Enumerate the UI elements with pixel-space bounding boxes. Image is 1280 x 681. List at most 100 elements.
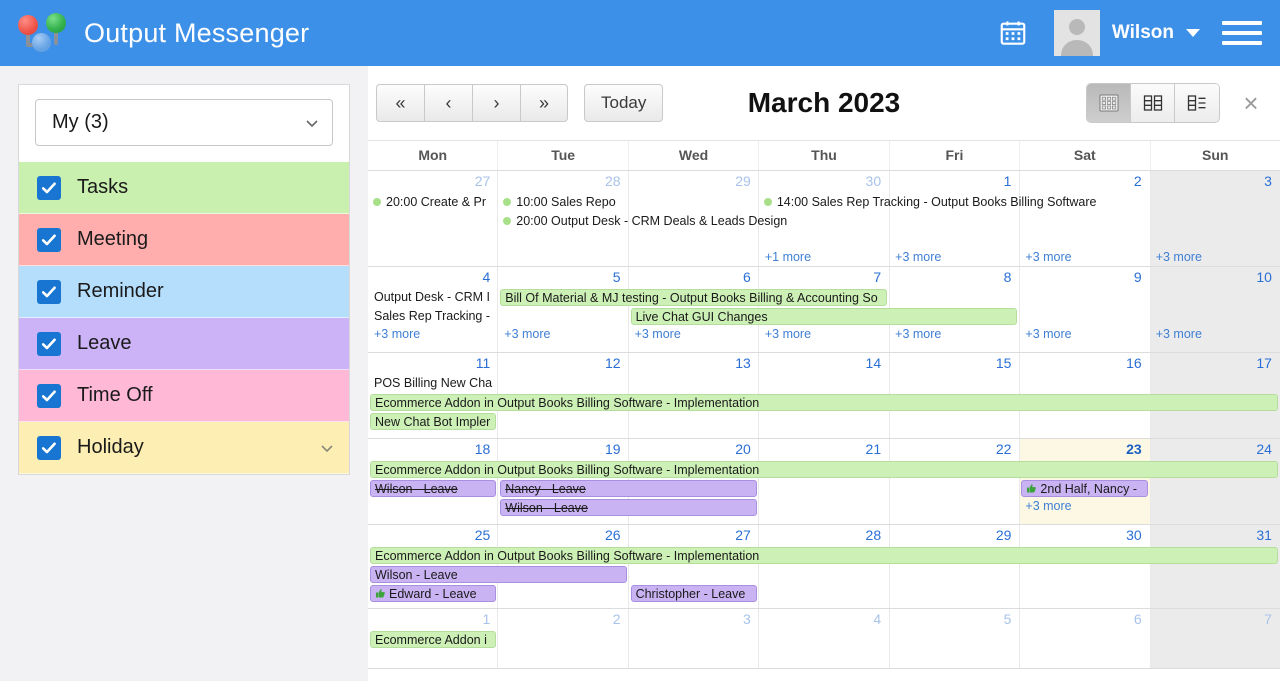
calendar-event[interactable]: 20:00 Create & Pr [370,193,496,210]
week-view-button[interactable] [1131,84,1175,122]
day-number[interactable]: 7 [759,267,889,288]
user-menu[interactable]: Wilson [1053,10,1200,56]
more-events-link[interactable]: +3 more [1156,327,1202,341]
calendar-event[interactable]: New Chat Bot Impler [370,413,497,430]
checkbox-checked-icon[interactable] [37,383,61,408]
day-number[interactable]: 27 [368,171,498,192]
checkbox-checked-icon[interactable] [37,227,61,252]
day-number[interactable]: 6 [629,267,759,288]
calendar-event[interactable]: Output Desk - CRM I [370,289,496,306]
sidebar-category-reminder[interactable]: Reminder [19,266,349,318]
next-month-button[interactable]: › [472,84,520,122]
day-number[interactable]: 2 [1019,171,1149,192]
calendar-event[interactable]: Ecommerce Addon in Output Books Billing … [370,461,1278,478]
day-number[interactable]: 5 [498,267,628,288]
day-number[interactable]: 3 [629,609,759,630]
today-button[interactable]: Today [584,84,664,122]
day-number[interactable]: 23 [1019,439,1149,460]
day-number[interactable]: 20 [629,439,759,460]
day-number[interactable]: 4 [368,267,498,288]
calendar-event[interactable]: Live Chat GUI Changes [630,308,1018,325]
day-number[interactable]: 18 [368,439,498,460]
calendar-event[interactable]: Wilson - Leave [370,566,627,583]
calendar-event[interactable]: Ecommerce Addon i [370,631,497,648]
calendar-event[interactable]: Nancy - Leave [500,480,757,497]
close-button[interactable]: × [1238,90,1264,116]
day-number[interactable]: 28 [759,525,889,546]
day-number[interactable]: 1 [889,171,1019,192]
calendar-event[interactable]: 2nd Half, Nancy - [1021,480,1148,497]
checkbox-checked-icon[interactable] [37,279,61,304]
calendar-event[interactable]: Wilson - Leave [500,499,757,516]
day-number[interactable]: 2 [498,609,628,630]
more-events-link[interactable]: +1 more [765,250,811,264]
day-number[interactable]: 19 [498,439,628,460]
checkbox-checked-icon[interactable] [37,435,61,460]
day-number[interactable]: 1 [368,609,498,630]
checkbox-checked-icon[interactable] [37,331,61,356]
hamburger-menu-icon[interactable] [1222,21,1262,45]
day-number[interactable]: 22 [889,439,1019,460]
day-number[interactable]: 13 [629,353,759,374]
calendar-event[interactable]: Christopher - Leave [630,585,757,602]
calendar-icon[interactable] [994,14,1032,52]
calendar-event[interactable]: Bill Of Material & MJ testing - Output B… [500,289,888,306]
month-view-button[interactable] [1087,84,1131,122]
sidebar-category-tasks[interactable]: Tasks [19,162,349,214]
day-number[interactable]: 17 [1150,353,1280,374]
more-events-link[interactable]: +3 more [1156,250,1202,264]
day-number[interactable]: 29 [629,171,759,192]
sidebar-category-holiday[interactable]: Holiday [19,422,349,474]
day-number[interactable]: 21 [759,439,889,460]
more-events-link[interactable]: +3 more [1025,250,1071,264]
more-events-link[interactable]: +3 more [374,327,420,341]
checkbox-checked-icon[interactable] [37,175,61,200]
sidebar-category-meeting[interactable]: Meeting [19,214,349,266]
day-number[interactable]: 4 [759,609,889,630]
day-number[interactable]: 24 [1150,439,1280,460]
calendar-event[interactable]: 20:00 Output Desk - CRM Deals & Leads De… [500,212,887,229]
calendar-event[interactable]: 10:00 Sales Repo [500,193,626,210]
day-number[interactable]: 5 [889,609,1019,630]
calendar-event[interactable]: Edward - Leave [370,585,497,602]
day-number[interactable]: 16 [1019,353,1149,374]
day-number[interactable]: 6 [1019,609,1149,630]
day-number[interactable]: 11 [368,353,498,374]
calendar-event[interactable]: Sales Rep Tracking - [370,308,496,325]
day-number[interactable]: 15 [889,353,1019,374]
calendar-event[interactable]: Wilson - Leave [370,480,497,497]
list-view-button[interactable] [1175,84,1219,122]
sidebar-category-leave[interactable]: Leave [19,318,349,370]
day-number[interactable]: 3 [1150,171,1280,192]
day-number[interactable]: 29 [889,525,1019,546]
day-number[interactable]: 9 [1019,267,1149,288]
day-number[interactable]: 27 [629,525,759,546]
day-number[interactable]: 25 [368,525,498,546]
day-number[interactable]: 31 [1150,525,1280,546]
day-number[interactable]: 7 [1150,609,1280,630]
more-events-link[interactable]: +3 more [1025,499,1071,513]
calendar-event[interactable]: POS Billing New Cha [370,375,496,392]
calendar-select[interactable]: My (3) [35,99,333,146]
day-number[interactable]: 30 [759,171,889,192]
sidebar-category-time-off[interactable]: Time Off [19,370,349,422]
more-events-link[interactable]: +3 more [895,327,941,341]
more-events-link[interactable]: +3 more [895,250,941,264]
day-number[interactable]: 12 [498,353,628,374]
prev-year-button[interactable]: « [376,84,424,122]
prev-month-button[interactable]: ‹ [424,84,472,122]
more-events-link[interactable]: +3 more [1025,327,1071,341]
day-number[interactable]: 14 [759,353,889,374]
day-number[interactable]: 26 [498,525,628,546]
day-number[interactable]: 30 [1019,525,1149,546]
more-events-link[interactable]: +3 more [765,327,811,341]
chevron-down-icon[interactable] [319,440,335,456]
calendar-event[interactable]: Ecommerce Addon in Output Books Billing … [370,547,1278,564]
calendar-event[interactable]: 14:00 Sales Rep Tracking - Output Books … [761,193,1278,210]
day-number[interactable]: 28 [498,171,628,192]
day-number[interactable]: 10 [1150,267,1280,288]
day-number[interactable]: 8 [889,267,1019,288]
more-events-link[interactable]: +3 more [635,327,681,341]
more-events-link[interactable]: +3 more [504,327,550,341]
next-year-button[interactable]: » [520,84,568,122]
